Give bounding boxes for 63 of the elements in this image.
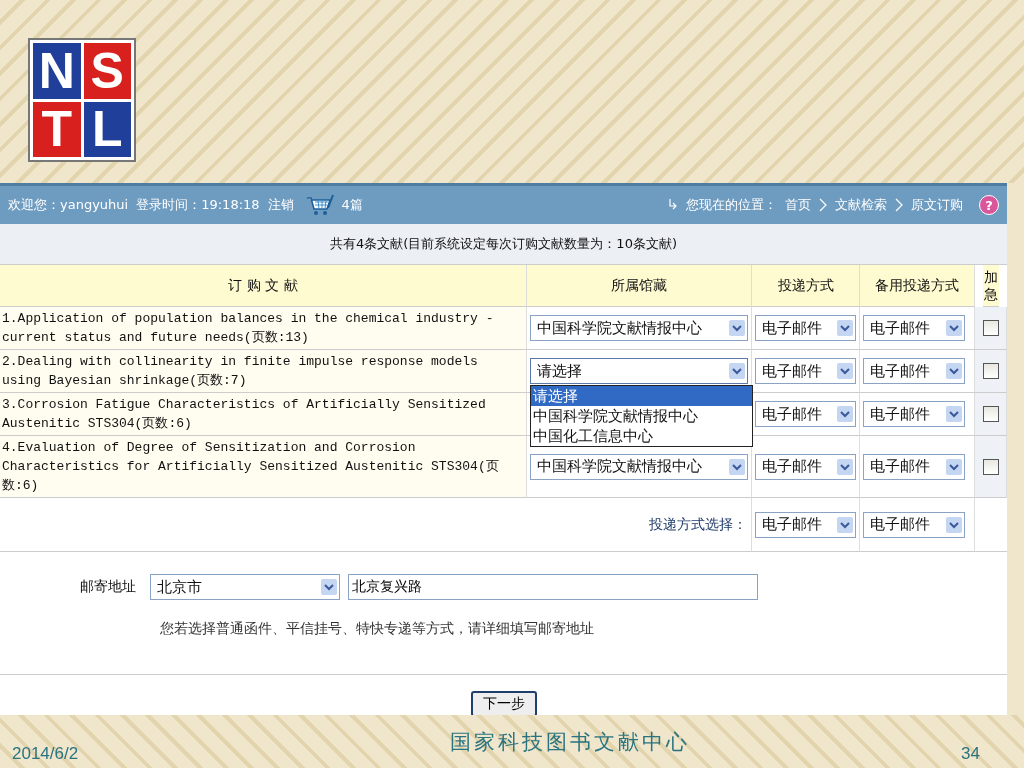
address-field[interactable]: 北京复兴路 — [348, 574, 758, 600]
dropdown[interactable]: 电子邮件 — [755, 401, 856, 427]
help-icon[interactable]: ? — [979, 195, 999, 215]
chevron-down-icon — [946, 406, 962, 422]
dropdown[interactable]: 电子邮件 — [863, 401, 965, 427]
checkbox[interactable] — [982, 363, 999, 379]
document-title: 2.Dealing with collinearity in finite impulse response models using Bayesian shrinkage(页数:7) — [0, 350, 527, 393]
chevron-right-icon — [819, 198, 827, 212]
dropdown[interactable]: 北京市 — [150, 574, 340, 600]
cart-icon[interactable] — [305, 194, 334, 216]
next-button[interactable]: 下一步 — [470, 691, 537, 717]
chevron-down-icon — [946, 516, 962, 533]
chevron-down-icon — [946, 320, 962, 336]
chevron-down-icon — [321, 579, 337, 595]
nstl-logo: N S T L — [28, 38, 136, 162]
welcome-text: 欢迎您：yangyuhui — [8, 196, 129, 214]
dropdown-option[interactable]: 中国科学院文献情报中心 — [531, 406, 752, 426]
mail-address-label: 邮寄地址 — [80, 578, 136, 596]
chevron-down-icon — [837, 516, 853, 533]
checkbox[interactable] — [982, 320, 999, 336]
arrow-icon — [668, 198, 678, 212]
slide-number: 34 — [961, 743, 980, 764]
delivery-choice-label: 投递方式选择： — [649, 515, 747, 534]
column-header: 订 购 文 献 — [0, 265, 527, 307]
column-header: 所属馆藏 — [527, 265, 752, 307]
slide-footer-title: 国家科技图书文献中心 — [449, 728, 690, 756]
dropdown-option[interactable]: 请选择 — [531, 386, 752, 406]
slide-date: 2014/6/2 — [12, 743, 79, 764]
mail-note: 您若选择普通函件、平信挂号、特快专递等方式，请详细填写邮寄地址 — [159, 620, 595, 638]
summary-text: 共有4条文献(目前系统设定每次订购文献数量为：10条文献) — [0, 224, 1007, 265]
chevron-down-icon — [837, 406, 853, 422]
column-header: 加急 — [983, 265, 999, 307]
dropdown[interactable]: 电子邮件 — [755, 358, 856, 384]
document-title: 1.Application of population balances in the chemical industry - current status and future needs(页数:13) — [0, 307, 527, 350]
dropdown[interactable]: 电子邮件 — [755, 453, 856, 480]
chevron-down-icon — [946, 363, 962, 379]
dropdown[interactable]: 电子邮件 — [863, 453, 965, 480]
checkbox[interactable] — [982, 406, 999, 422]
dropdown[interactable]: 电子邮件 — [755, 511, 856, 538]
chevron-right-icon — [895, 198, 903, 212]
dropdown[interactable]: 中国科学院文献情报中心 — [530, 453, 748, 480]
dropdown[interactable]: 中国科学院文献情报中心 — [530, 315, 748, 341]
column-header: 备用投递方式 — [860, 265, 975, 307]
checkbox[interactable] — [982, 458, 999, 475]
dropdown[interactable]: 电子邮件 — [863, 315, 965, 341]
dropdown-option[interactable]: 中国化工信息中心 — [531, 426, 752, 446]
dropdown[interactable]: 请选择 — [530, 358, 748, 384]
login-time: 登录时间：19:18:18 — [136, 196, 260, 214]
column-header: 投递方式 — [752, 265, 860, 307]
dropdown[interactable]: 电子邮件 — [863, 511, 965, 538]
document-title: 3.Corrosion Fatigue Characteristics of Artificially Sensitized Austenitic STS304(页数:6) — [0, 393, 527, 436]
cart-count: 4篇 — [341, 196, 363, 214]
chevron-down-icon — [729, 458, 745, 475]
location-label: 您现在的位置： — [686, 196, 777, 214]
chevron-down-icon — [729, 363, 745, 379]
chevron-down-icon — [837, 363, 853, 379]
document-title: 4.Evaluation of Degree of Sensitization and Corrosion Characteristics for Artificially Sensitized Austenitic STS304(页数:6) — [0, 436, 527, 498]
chevron-down-icon — [946, 458, 962, 475]
dropdown[interactable]: 电子邮件 — [755, 315, 856, 341]
chevron-down-icon — [837, 320, 853, 336]
dropdown[interactable]: 电子邮件 — [863, 358, 965, 384]
chevron-down-icon — [729, 320, 745, 336]
chevron-down-icon — [837, 458, 853, 475]
